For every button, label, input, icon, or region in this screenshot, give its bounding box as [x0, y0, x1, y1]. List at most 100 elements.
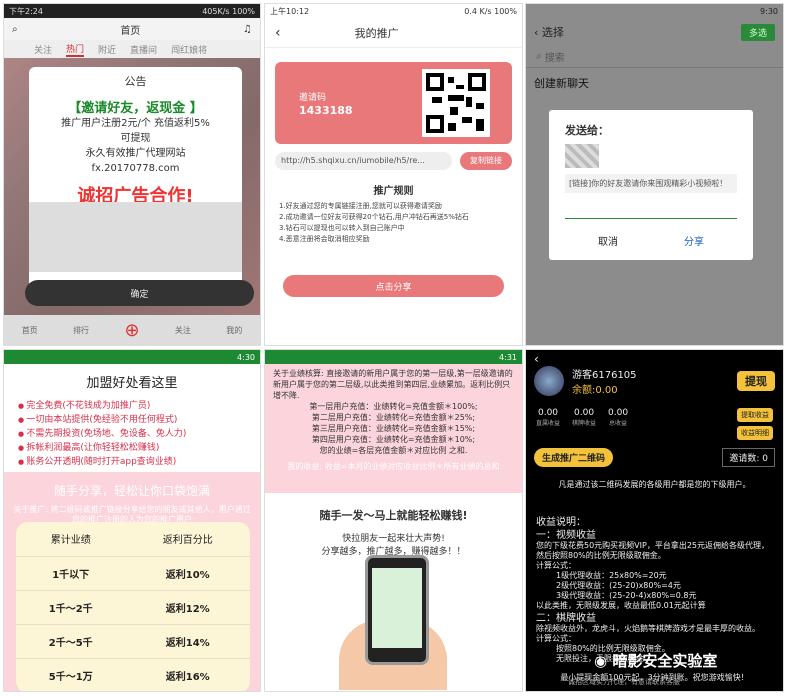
- status-bar: 下午2:24 405K/s 100%: [4, 4, 260, 18]
- page-title: 加盟好处看这里: [86, 376, 178, 391]
- benefit-item: 不需先期投资(免场地、免设备、免人力): [18, 427, 246, 441]
- watermark: ◉ 暗影安全实验室: [594, 650, 717, 671]
- stat-label: 棋牌收益: [572, 420, 597, 427]
- level-rule: 第三层用户充值：业绩转化=充值金额＊15%;: [311, 424, 476, 433]
- withdraw-button[interactable]: 提现: [737, 371, 775, 391]
- tab-other[interactable]: 闯红娘将: [171, 43, 207, 56]
- share-button[interactable]: 分享: [684, 233, 704, 248]
- plus-icon[interactable]: ⊕: [124, 320, 139, 341]
- cell-rate: 返利12%: [165, 603, 210, 615]
- rule-item: 2.成功邀请一位好友可获得20个钻石,用户冲钻石再送5%钻石: [279, 213, 469, 221]
- text-line: 除视频收益外，龙虎斗，火焰鹅等棋牌游戏才是最丰厚的收益。: [536, 624, 760, 633]
- header-left: ‹ 选择: [534, 24, 564, 40]
- modal-line: 推广用户注册2元/个 充值返利5%: [61, 118, 210, 129]
- modal-url: fx.20170778.com: [91, 163, 180, 174]
- section-title: 随手分享，轻松让你口袋饱满: [53, 484, 210, 498]
- nav-me[interactable]: 我的: [226, 325, 242, 336]
- invite-code-label: 邀请码: [299, 93, 327, 103]
- screenshot-my-promotion: 上午10:12 0.4 K/s 100% ‹ 我的推广 邀请码 1433188 h…: [264, 3, 523, 346]
- send-dialog: 发送给： [链接]你的好友邀请你来围观精彩小视频啦！ 取消 分享: [549, 110, 753, 260]
- table-header: 累计业绩 返利百分比: [16, 522, 250, 557]
- level-rule: 第二层用户充值：业绩转化=充值金额＊25%;: [311, 413, 476, 422]
- text-line: 计算公式：: [536, 561, 576, 570]
- nav-follow[interactable]: 关注: [175, 325, 191, 336]
- status-net: 405K/s: [202, 6, 230, 16]
- status-time: 上午10:12: [270, 6, 310, 16]
- dialog-title: 发送给：: [565, 124, 609, 137]
- earnings-buttons: 提取收益 收益明细: [737, 408, 773, 440]
- status-battery: 100%: [232, 6, 255, 16]
- nav-rank[interactable]: 排行: [73, 325, 89, 336]
- cancel-button[interactable]: 取消: [598, 233, 618, 248]
- tab-follow[interactable]: 关注: [34, 43, 52, 56]
- screenshot-announcement: 下午2:24 405K/s 100% ⌕ 首页 ♫ 关注 热门 附近 直播间 闯红…: [3, 3, 261, 346]
- stat-item: 0.00 总收益: [608, 408, 628, 440]
- rules-list: 1.好友通过您的专属链接注册,您就可以获得邀请奖励 2.成功邀请一位好友可获得2…: [265, 197, 522, 249]
- cell-rate: 返利16%: [165, 671, 210, 683]
- bell-icon[interactable]: ♫: [243, 24, 252, 35]
- back-icon[interactable]: ‹: [534, 26, 538, 39]
- status-time: 下午2:24: [9, 6, 43, 16]
- tagline-line: 快拉朋友一起来壮大声势!: [342, 534, 445, 544]
- multi-select-button[interactable]: 多选: [740, 23, 775, 41]
- share-button[interactable]: 点击分享: [283, 275, 504, 297]
- confirm-button[interactable]: 确定: [25, 280, 254, 306]
- tab-hot[interactable]: 热门: [66, 42, 85, 57]
- stat-label: 直属收益: [536, 420, 561, 427]
- earnings-explanation: 收益说明： 一：视频收益 您的下级花费50元购买视频VIP，平台拿出25元返佣给…: [526, 518, 783, 664]
- rebate-table: 累计业绩 返利百分比 1千以下 返利10% 1千～2千 返利12% 2千～5千 返利14…: [16, 522, 250, 691]
- modal-title: 公告: [124, 75, 147, 88]
- rule-item: 1.好友通过您的专属链接注册,您就可以获得邀请奖励: [279, 202, 442, 210]
- back-icon[interactable]: ‹: [534, 352, 539, 366]
- level-rule: 第一层用户充值：业绩转化=充值金额＊100%;: [309, 402, 478, 411]
- qr-note: 凡是通过该二维码发展的各级用户都是您的下级用户。: [558, 480, 751, 489]
- stat-item: 0.00 棋牌收益: [572, 408, 596, 440]
- rules-box: 关于业绩核算: 直接邀请的新用户属于您的第一层级,第一层级邀请的新用户属于您的第…: [265, 364, 522, 493]
- benefit-item: 一切由本站提供(免经验不用任何程式): [18, 413, 246, 427]
- status-right: 0.4 K/s 100%: [464, 7, 517, 16]
- message-input[interactable]: [565, 203, 737, 219]
- search-row[interactable]: ⌕ 搜索: [526, 46, 783, 68]
- stat-item: 0.00 直属收益: [536, 408, 560, 440]
- balance: 余额:0.00: [572, 385, 618, 396]
- phone-screen: [372, 568, 422, 648]
- col-header: 累计业绩: [16, 522, 126, 557]
- table-row: 2千～5千 返利14%: [16, 624, 250, 659]
- status-battery: 100%: [494, 6, 517, 16]
- status-bar: 4:31: [265, 350, 522, 364]
- invite-code: 1433188: [299, 104, 353, 117]
- earnings-detail-button[interactable]: 收益明细: [737, 426, 773, 440]
- screenshot-share-dialog: 9:30 ‹ 选择 多选 ⌕ 搜索 创建新聊天 发送给： [链接]你的好友邀请你…: [525, 3, 784, 346]
- cell-rate: 返利14%: [165, 637, 210, 649]
- benefit-list: 完全免费(不花钱成为加推广员) 一切由本站提供(免经验不用任何程式) 不需先期投…: [4, 391, 260, 477]
- new-chat-item[interactable]: 创建新聊天: [526, 68, 783, 98]
- invite-card: 邀请码 1433188: [275, 62, 512, 144]
- invite-count: 邀请数: 0: [722, 448, 775, 467]
- promo-link[interactable]: http://h5.shqixu.cn/iumobile/h5/re...: [275, 152, 452, 170]
- dialog-buttons: 取消 分享: [565, 233, 737, 248]
- search-input[interactable]: 搜索: [545, 49, 565, 64]
- status-time: 4:30: [237, 352, 255, 362]
- link-row: http://h5.shqixu.cn/iumobile/h5/re... 复制…: [275, 152, 512, 170]
- status-bar: 上午10:12 0.4 K/s 100%: [265, 4, 522, 18]
- formula-line: 3级代理收益：(25-20-4)x80%=0.8元: [556, 591, 697, 600]
- rules-title: 推广规则: [373, 186, 414, 197]
- profile-header: 游客6176105 余额:0.00 提现: [526, 358, 783, 404]
- footer-text: 诚招区域实力代理，有意请联系客服: [568, 678, 680, 686]
- tab-nearby[interactable]: 附近: [98, 43, 116, 56]
- page-title: 首页: [120, 25, 141, 37]
- phone-illustration: [365, 555, 429, 665]
- tab-live[interactable]: 直播间: [130, 43, 157, 56]
- modal-line: 永久有效推广代理网站: [85, 148, 186, 159]
- benefit-item: 拆帐利润最高(让你轻轻松松赚钱): [18, 441, 246, 455]
- text-line: 计算公式：: [536, 634, 576, 643]
- wechat-icon: ◉: [594, 652, 613, 670]
- search-icon[interactable]: ⌕: [12, 24, 18, 35]
- generate-qr-button[interactable]: 生成推广二维码: [534, 448, 614, 467]
- extract-earnings-button[interactable]: 提取收益: [737, 408, 773, 422]
- back-icon[interactable]: ‹: [275, 25, 281, 41]
- copy-link-button[interactable]: 复制链接: [460, 152, 512, 170]
- text-line: 以此类推，无限级发展，收益最低0.01元起计算: [536, 601, 706, 610]
- status-right: 405K/s 100%: [202, 7, 255, 16]
- nav-home[interactable]: 首页: [22, 325, 38, 336]
